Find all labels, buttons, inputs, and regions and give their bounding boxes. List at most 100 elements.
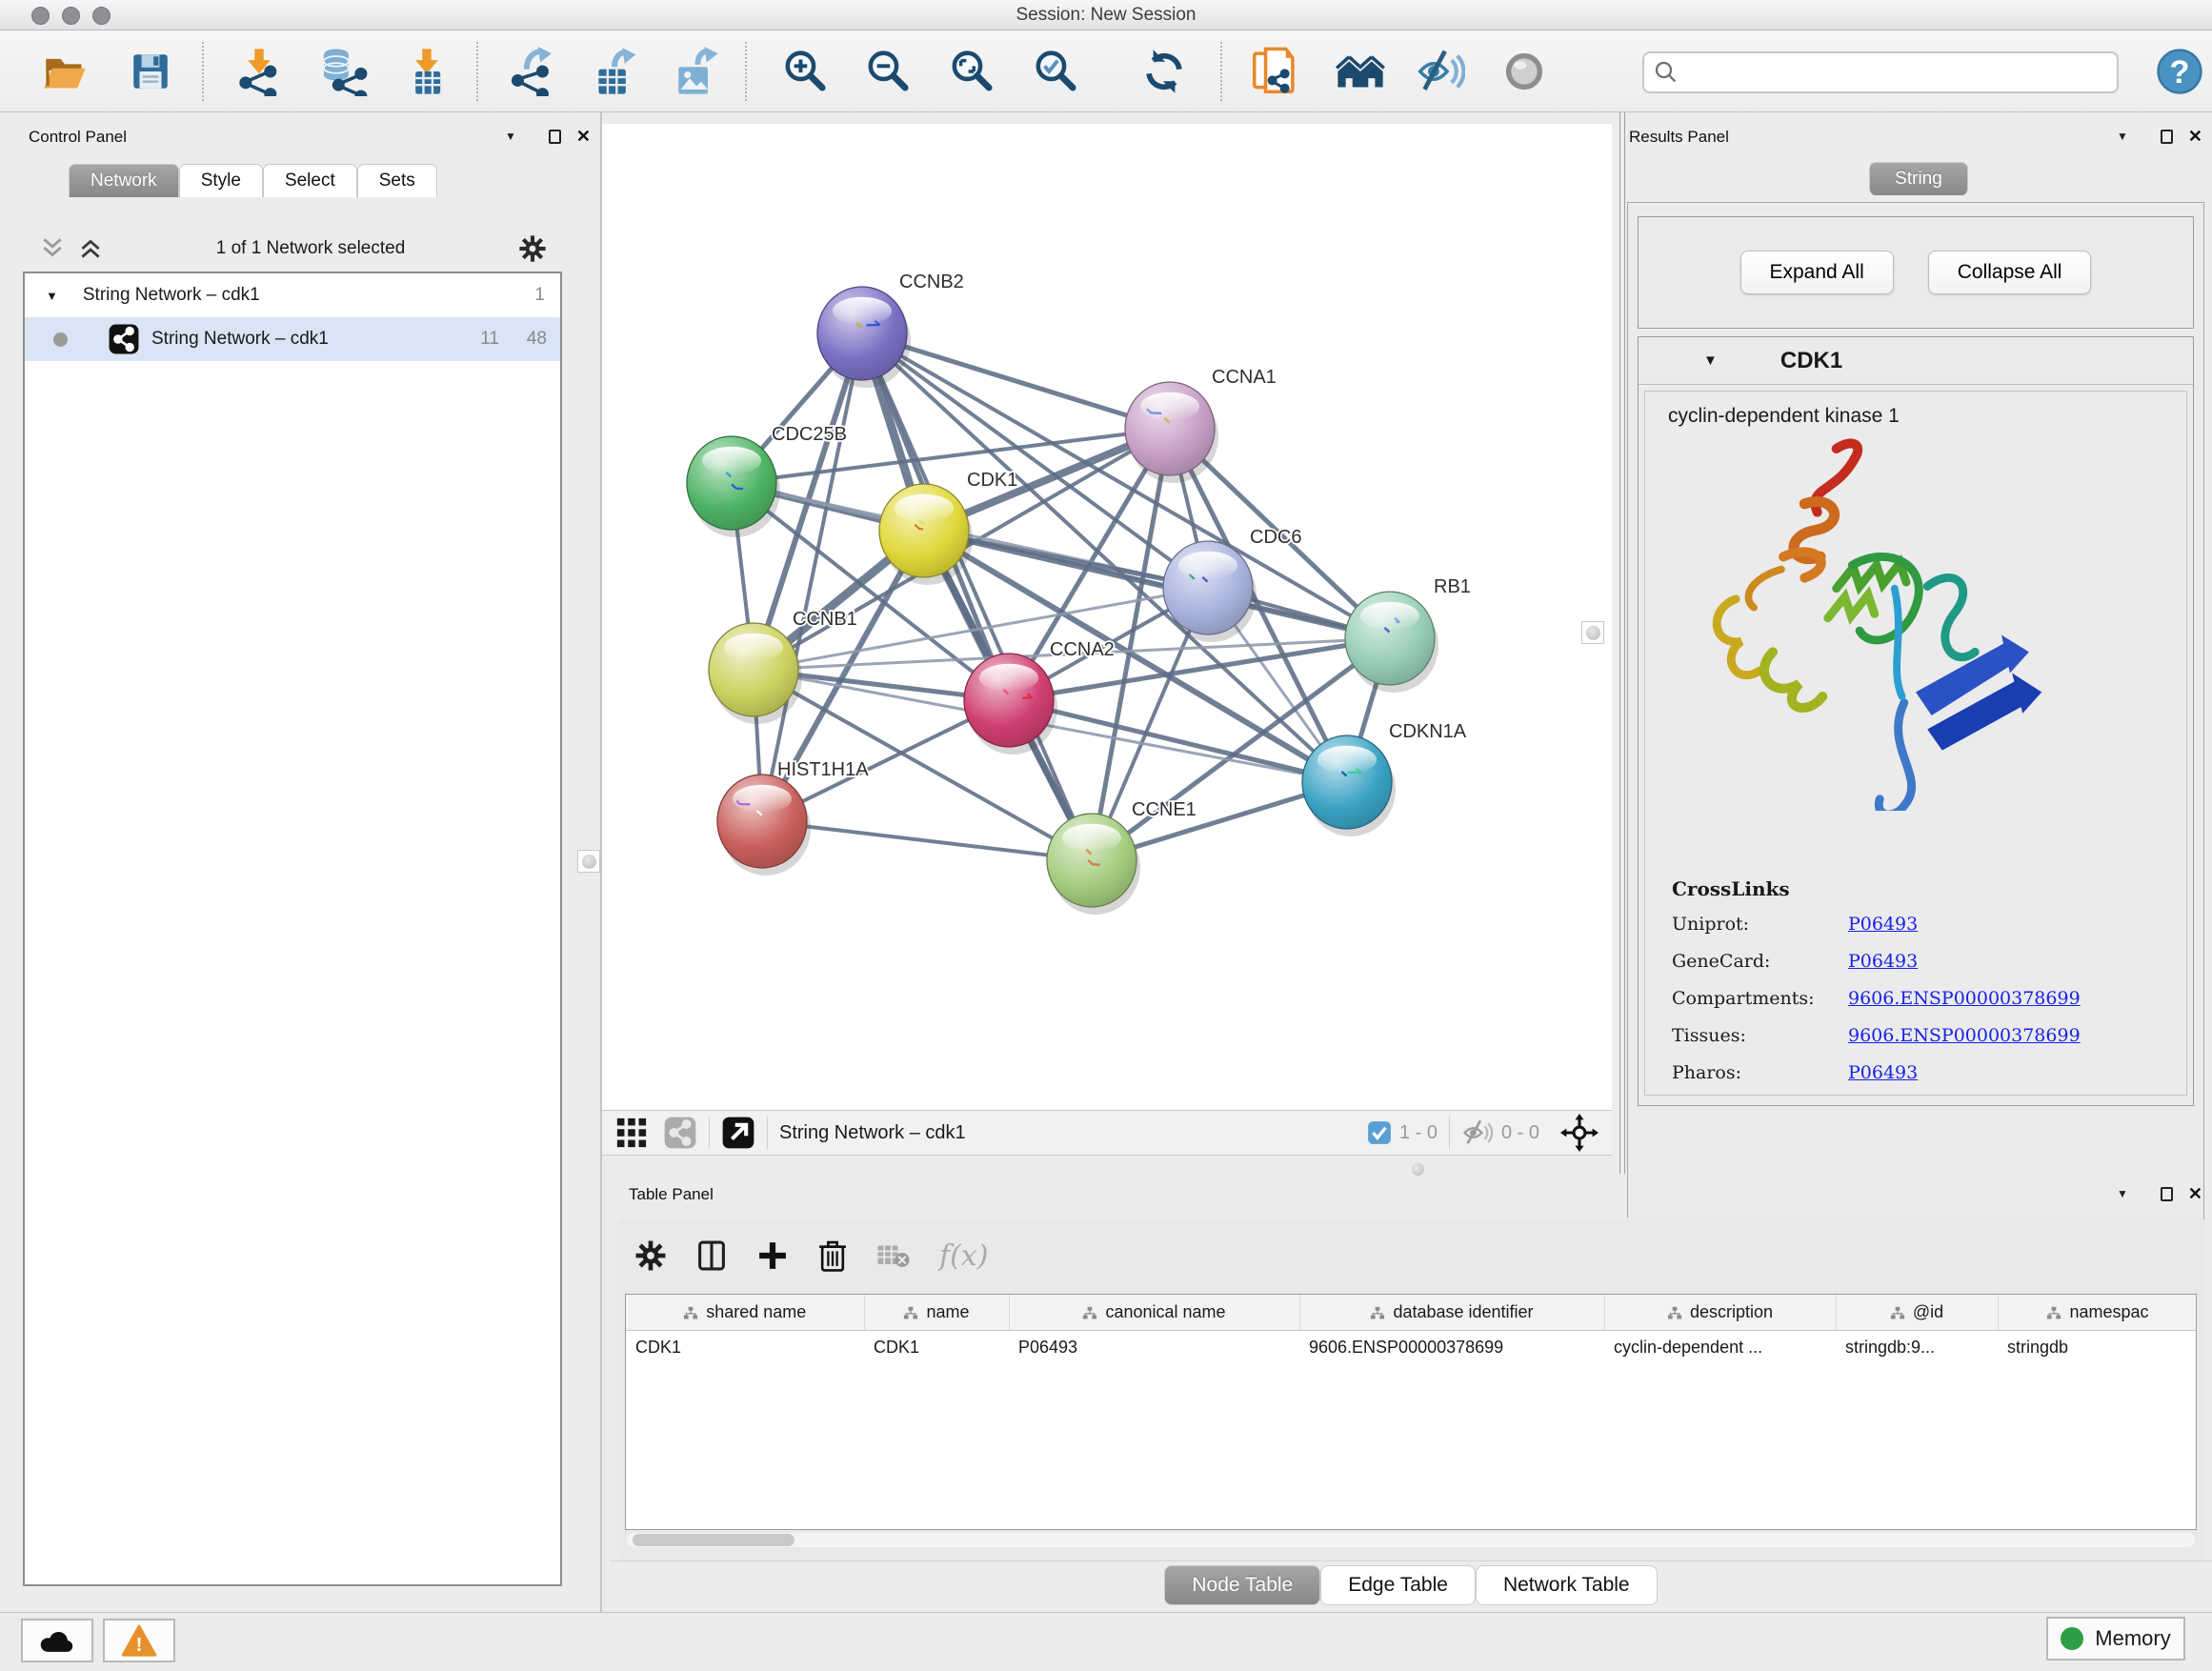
zoom-out-button[interactable] xyxy=(860,44,915,99)
gene-description: cyclin-dependent kinase 1 xyxy=(1645,392,2186,428)
cloud-status-button[interactable] xyxy=(21,1619,93,1662)
crosslink-label: Uniprot: xyxy=(1672,914,1848,935)
save-session-button[interactable] xyxy=(123,44,178,99)
tab-sets[interactable]: Sets xyxy=(357,164,437,197)
export-network-button[interactable] xyxy=(506,44,561,99)
hidden-counts: 0 - 0 xyxy=(1501,1122,1539,1144)
fit-content-crosshair-icon[interactable] xyxy=(1560,1114,1599,1152)
zoom-in-icon xyxy=(781,48,829,95)
help-icon: ? xyxy=(2155,47,2204,96)
right-panel-divider-a[interactable] xyxy=(1619,112,1620,1174)
import-network-file-button[interactable] xyxy=(231,44,287,99)
panel-close-icon[interactable]: ✕ xyxy=(576,128,591,145)
cdk1-section-header[interactable]: ▼ CDK1 xyxy=(1639,337,2193,385)
tab-string[interactable]: String xyxy=(1869,162,1968,195)
hidden-eye-icon[interactable] xyxy=(1461,1118,1494,1147)
tab-network-table[interactable]: Network Table xyxy=(1476,1565,1658,1605)
edge-count: 48 xyxy=(527,329,547,350)
panel-close-icon[interactable]: ✕ xyxy=(2188,1185,2202,1202)
table-header-row[interactable]: shared name name canonical name database… xyxy=(626,1295,2197,1330)
node-label: RB1 xyxy=(1434,576,1471,597)
birds-eye-view-icon[interactable] xyxy=(721,1116,755,1150)
memory-button[interactable]: Memory xyxy=(2046,1617,2185,1661)
toolbar-separator xyxy=(745,42,747,101)
apply-layout-button[interactable] xyxy=(1136,44,1192,99)
table-settings-gear-icon[interactable] xyxy=(634,1239,667,1272)
panel-float-icon[interactable] xyxy=(2161,1187,2173,1201)
collapse-all-button[interactable]: Collapse All xyxy=(1928,251,2092,294)
panel-float-icon[interactable] xyxy=(2161,130,2173,144)
share-view-icon[interactable] xyxy=(663,1116,697,1150)
col-namespace[interactable]: namespac xyxy=(1998,1295,2197,1330)
show-columns-icon[interactable] xyxy=(695,1239,728,1272)
section-disclosure-icon[interactable]: ▼ xyxy=(1703,352,1718,369)
zoom-fit-button[interactable] xyxy=(944,44,999,99)
toolbar-separator xyxy=(202,42,204,101)
right-splitter-handle[interactable] xyxy=(1581,621,1604,644)
col-database-identifier[interactable]: database identifier xyxy=(1299,1295,1604,1330)
open-session-button[interactable] xyxy=(37,44,92,99)
panel-menu-icon[interactable]: ▼ xyxy=(2117,1187,2128,1200)
glass-ball-effect-button[interactable] xyxy=(1497,44,1552,99)
import-network-from-database-button[interactable] xyxy=(315,44,371,99)
left-splitter-handle[interactable] xyxy=(577,850,600,873)
gear-icon[interactable] xyxy=(518,234,547,263)
warnings-button[interactable]: ! xyxy=(103,1619,175,1662)
left-panel-divider[interactable] xyxy=(600,112,602,1612)
col-id[interactable]: @id xyxy=(1836,1295,1998,1330)
tab-select[interactable]: Select xyxy=(263,164,357,197)
col-name[interactable]: name xyxy=(864,1295,1009,1330)
help-button[interactable]: ? xyxy=(2152,44,2207,99)
crosslink-tissues-link[interactable]: 9606.ENSP00000378699 xyxy=(1848,1025,2081,1046)
table-panel: Table Panel ▼ ✕ xyxy=(610,1181,2212,1612)
horizontal-scrollbar[interactable] xyxy=(627,1533,2195,1547)
network-row-selected[interactable]: String Network – cdk1 11 48 xyxy=(25,317,560,361)
title-bar: Session: New Session xyxy=(0,0,2212,30)
tree-disclosure-icon[interactable]: ▼ xyxy=(46,289,58,303)
panel-float-icon[interactable] xyxy=(549,130,561,144)
zoom-in-button[interactable] xyxy=(777,44,833,99)
bottom-splitter-handle[interactable] xyxy=(1410,1163,1425,1176)
node-label: CCNA1 xyxy=(1212,367,1277,388)
node-label: HIST1H1A xyxy=(777,759,869,780)
tab-node-table[interactable]: Node Table xyxy=(1164,1565,1320,1605)
network-canvas[interactable]: CCNB2CCNA1CDC25BCDK1CDC6RB1CCNB1CCNA2CDK… xyxy=(602,124,1612,1110)
import-table-icon xyxy=(402,47,452,96)
collapse-all-icon[interactable] xyxy=(40,235,65,262)
crosslink-compartments-link[interactable]: 9606.ENSP00000378699 xyxy=(1848,988,2081,1009)
selected-checkbox-icon[interactable] xyxy=(1367,1120,1392,1145)
zoom-out-icon xyxy=(864,48,912,95)
col-canonical-name[interactable]: canonical name xyxy=(1009,1295,1299,1330)
grid-view-icon[interactable] xyxy=(615,1117,648,1149)
tab-network[interactable]: Network xyxy=(69,164,179,197)
delete-column-trash-icon[interactable] xyxy=(817,1239,848,1272)
crosslink-uniprot-link[interactable]: P06493 xyxy=(1848,914,1918,935)
col-shared-name[interactable]: shared name xyxy=(626,1295,864,1330)
crosslink-pharos-link[interactable]: P06493 xyxy=(1848,1062,1918,1083)
node-label: CDC25B xyxy=(772,424,847,445)
scrollbar-thumb[interactable] xyxy=(633,1534,794,1546)
expand-all-button[interactable]: Expand All xyxy=(1740,251,1894,294)
panel-menu-icon[interactable]: ▼ xyxy=(2117,130,2128,143)
tab-edge-table[interactable]: Edge Table xyxy=(1320,1565,1476,1605)
node-table[interactable]: shared name name canonical name database… xyxy=(625,1294,2197,1530)
export-image-button[interactable] xyxy=(668,44,723,99)
col-description[interactable]: description xyxy=(1604,1295,1836,1330)
table-row[interactable]: CDK1 CDK1 P06493 9606.ENSP00000378699 cy… xyxy=(626,1330,2197,1364)
tab-style[interactable]: Style xyxy=(179,164,263,197)
network-collection-row[interactable]: ▼ String Network – cdk1 1 xyxy=(25,273,560,317)
import-table-button[interactable] xyxy=(399,44,454,99)
zoom-selected-button[interactable] xyxy=(1028,44,1083,99)
create-column-plus-icon[interactable] xyxy=(756,1239,789,1272)
crosslink-genecard-link[interactable]: P06493 xyxy=(1848,951,1918,972)
search-input[interactable] xyxy=(1688,53,2117,91)
panel-close-icon[interactable]: ✕ xyxy=(2188,128,2202,145)
network-graph[interactable]: CCNB2CCNA1CDC25BCDK1CDC6RB1CCNB1CCNA2CDK… xyxy=(602,124,1612,1110)
crosslink-label: Pharos: xyxy=(1672,1062,1848,1083)
expand-all-icon[interactable] xyxy=(78,235,103,262)
string-protein-query-button[interactable] xyxy=(1247,44,1302,99)
panel-menu-icon[interactable]: ▼ xyxy=(505,130,516,143)
string-home-button[interactable] xyxy=(1333,44,1388,99)
enhanced-labels-toggle-button[interactable] xyxy=(1413,44,1468,99)
export-table-button[interactable] xyxy=(587,44,642,99)
